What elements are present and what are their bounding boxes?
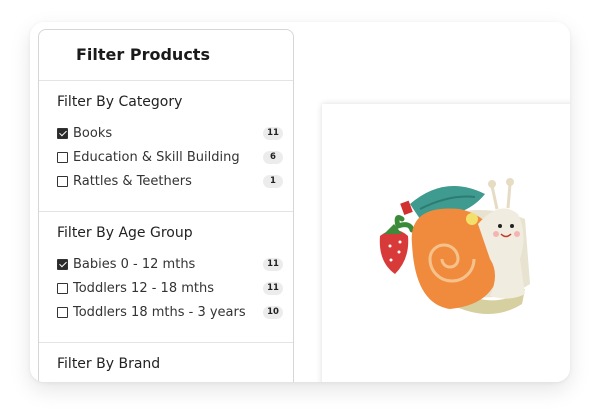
section-title: Filter By Brand (57, 356, 161, 372)
filter-option-toddlers-18-36[interactable]: Toddlers 18 mths - 3 years 10 (57, 300, 293, 324)
option-label: Education & Skill Building (73, 149, 240, 165)
filter-option-education[interactable]: Education & Skill Building 6 (57, 145, 293, 169)
count-badge: 1 (263, 174, 283, 188)
filter-option-books[interactable]: Books 11 (57, 121, 293, 145)
filter-section-brand: Filter By Brand (39, 343, 293, 372)
option-label: Babies 0 - 12 mths (73, 256, 196, 272)
count-badge: 11 (263, 126, 283, 140)
checkbox[interactable] (57, 175, 68, 187)
option-label: Rattles & Teethers (73, 173, 192, 189)
filter-section-age-group: Filter By Age Group Babies 0 - 12 mths 1… (39, 212, 293, 343)
checkbox[interactable] (57, 151, 68, 163)
option-label: Toddlers 18 mths - 3 years (73, 304, 246, 320)
product-card[interactable] (322, 104, 570, 382)
checkbox[interactable] (57, 306, 68, 318)
filter-option-rattles[interactable]: Rattles & Teethers 1 (57, 169, 293, 193)
count-badge: 10 (263, 305, 283, 319)
filter-option-toddlers-12-18[interactable]: Toddlers 12 - 18 mths 11 (57, 276, 293, 300)
filter-option-babies[interactable]: Babies 0 - 12 mths 11 (57, 252, 293, 276)
count-badge: 6 (263, 150, 283, 164)
checkbox[interactable] (57, 258, 68, 270)
filter-section-category: Filter By Category Books 11 Education & … (39, 81, 293, 212)
option-label: Toddlers 12 - 18 mths (73, 280, 214, 296)
option-label: Books (73, 125, 113, 141)
checkbox[interactable] (57, 282, 68, 294)
filter-panel: Filter Products Filter By Category Books… (38, 29, 294, 382)
count-badge: 11 (263, 281, 283, 295)
section-title: Filter By Age Group (57, 225, 193, 241)
section-title: Filter By Category (57, 94, 183, 110)
filter-panel-title: Filter Products (39, 30, 293, 81)
count-badge: 11 (263, 257, 283, 271)
snail-soft-book-toy-image[interactable] (350, 164, 550, 344)
checkbox[interactable] (57, 127, 68, 139)
screenshot-card: Filter Products Filter By Category Books… (30, 22, 570, 382)
